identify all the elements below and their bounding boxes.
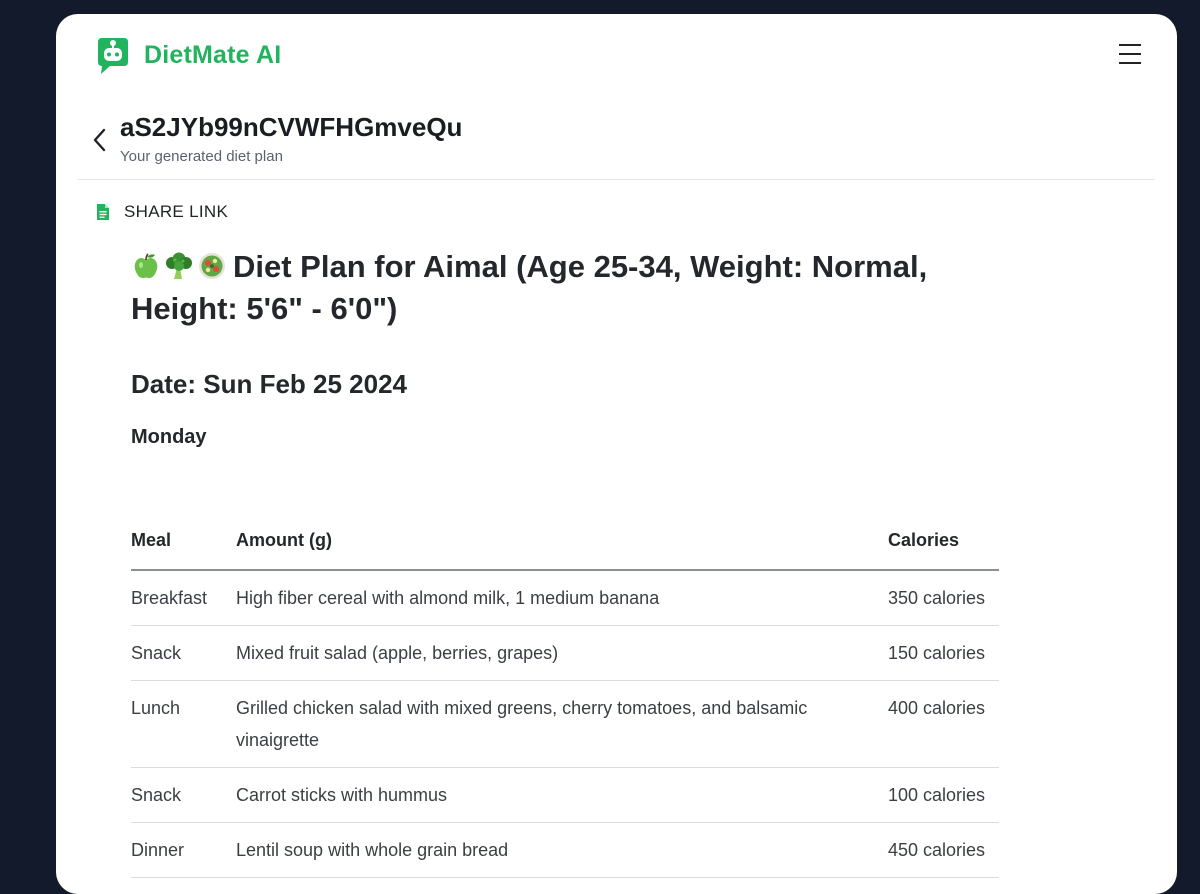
cell-meal: Breakfast bbox=[131, 570, 236, 626]
table-row: Snack Mixed fruit salad (apple, berries,… bbox=[131, 625, 999, 681]
column-header-amount: Amount (g) bbox=[236, 526, 888, 571]
app-name: DietMate AI bbox=[144, 40, 282, 69]
green-apple-icon bbox=[134, 253, 158, 279]
table-row: Breakfast High fiber cereal with almond … bbox=[131, 570, 999, 626]
column-header-calories: Calories bbox=[888, 526, 999, 571]
salad-icon bbox=[199, 253, 225, 279]
cell-meal: Lunch bbox=[131, 680, 236, 768]
plan-header: aS2JYb99nCVWFHGmveQu Your generated diet… bbox=[78, 112, 1155, 180]
cell-amount: Lentil soup with whole grain bread bbox=[236, 822, 888, 878]
plan-id-title: aS2JYb99nCVWFHGmveQu bbox=[120, 112, 463, 142]
day-heading: Monday bbox=[131, 426, 207, 448]
cell-amount: High fiber cereal with almond milk, 1 me… bbox=[236, 570, 888, 626]
app-logo[interactable]: DietMate AI bbox=[92, 34, 281, 76]
cell-amount: Carrot sticks with hummus bbox=[236, 767, 888, 823]
cell-amount: Mixed fruit salad (apple, berries, grape… bbox=[236, 625, 888, 681]
cell-meal: Dinner bbox=[131, 822, 236, 878]
cell-calories: 350 calories bbox=[888, 570, 999, 626]
meal-table: Meal Amount (g) Calories Breakfast High … bbox=[131, 526, 999, 878]
table-row: Snack Carrot sticks with hummus 100 calo… bbox=[131, 767, 999, 823]
plan-title: Diet Plan for Aimal (Age 25-34, Weight: … bbox=[131, 246, 1031, 330]
plan-card: DietMate AI aS2JYb99nCVWFHGmveQu Your ge… bbox=[56, 14, 1177, 894]
plan-content: Diet Plan for Aimal (Age 25-34, Weight: … bbox=[131, 246, 1031, 451]
table-header-row: Meal Amount (g) Calories bbox=[131, 526, 999, 571]
plan-date: Date: Sun Feb 25 2024 bbox=[131, 369, 407, 399]
cell-calories: 400 calories bbox=[888, 680, 999, 768]
cell-calories: 150 calories bbox=[888, 625, 999, 681]
hamburger-menu-icon[interactable] bbox=[1119, 44, 1143, 66]
table-row: Lunch Grilled chicken salad with mixed g… bbox=[131, 680, 999, 768]
cell-calories: 450 calories bbox=[888, 822, 999, 878]
emoji-group bbox=[131, 251, 229, 281]
cell-meal: Snack bbox=[131, 767, 236, 823]
cell-amount: Grilled chicken salad with mixed greens,… bbox=[236, 680, 888, 768]
document-icon bbox=[97, 204, 109, 220]
chevron-left-icon[interactable] bbox=[90, 126, 110, 154]
cell-meal: Snack bbox=[131, 625, 236, 681]
broccoli-icon bbox=[166, 252, 192, 279]
cell-calories: 100 calories bbox=[888, 767, 999, 823]
column-header-meal: Meal bbox=[131, 526, 236, 571]
robot-chat-icon bbox=[98, 38, 128, 74]
plan-title-text: Diet Plan for Aimal (Age 25-34, Weight: … bbox=[131, 249, 928, 326]
share-link-button[interactable]: SHARE LINK bbox=[96, 202, 228, 222]
top-bar: DietMate AI bbox=[56, 14, 1177, 100]
plan-subtitle: Your generated diet plan bbox=[120, 148, 283, 165]
table-row: Dinner Lentil soup with whole grain brea… bbox=[131, 822, 999, 878]
share-link-label: SHARE LINK bbox=[124, 202, 229, 221]
